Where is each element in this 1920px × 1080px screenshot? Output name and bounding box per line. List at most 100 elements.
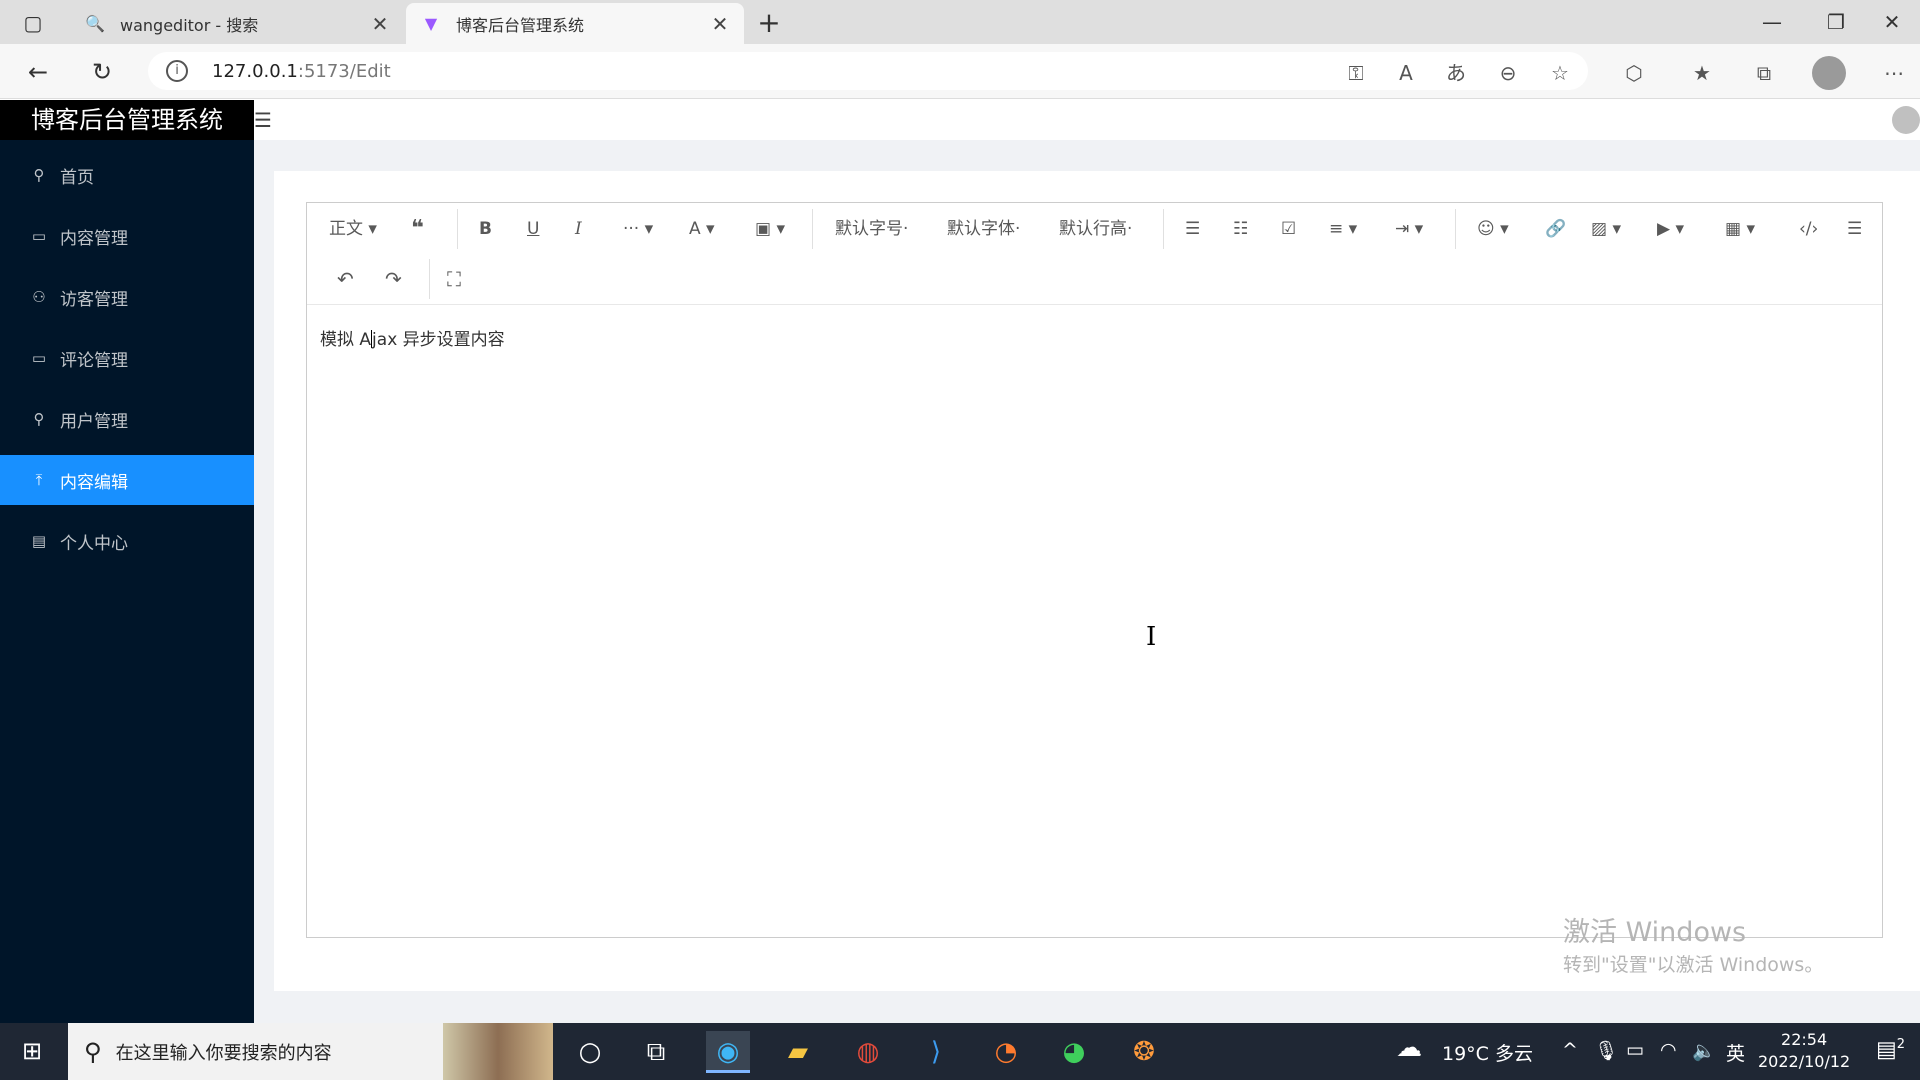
desktop-icon: ▭ [31, 349, 47, 367]
line-height-select[interactable]: 默认行高· [1059, 211, 1132, 247]
brand-title: 博客后台管理系统 [0, 100, 254, 140]
sidebar-item-users[interactable]: ⚲ 用户管理 [0, 394, 254, 444]
vscode-icon[interactable]: ⟩ [914, 1031, 958, 1073]
video-icon[interactable]: ▶ ▾ [1657, 211, 1684, 247]
read-aloud-icon[interactable]: A [1390, 58, 1422, 88]
todo-icon[interactable]: ☑ [1281, 211, 1296, 247]
collections-icon[interactable]: ⧉ [1748, 58, 1780, 88]
wechat-icon[interactable]: ◕ [1052, 1031, 1096, 1073]
editor-text-area[interactable]: 模拟 Ajax 异步设置内容 [307, 305, 1882, 370]
profile-icon: ▤ [31, 532, 47, 550]
italic-icon[interactable]: I [575, 211, 582, 247]
sidebar-item-home[interactable]: ⚲ 首页 [0, 150, 254, 200]
info-icon[interactable]: i [166, 60, 188, 82]
sidebar-item-visitors[interactable]: ⚇ 访客管理 [0, 272, 254, 322]
sidebar-item-label: 内容管理 [60, 228, 128, 249]
blockquote-icon[interactable]: ❝ [411, 211, 424, 247]
sidebar-item-comments[interactable]: ▭ 评论管理 [0, 333, 254, 383]
edge-icon[interactable]: ◉ [706, 1031, 750, 1073]
heading-select[interactable]: 正文 ▾ [329, 211, 377, 247]
clock[interactable]: 22:54 2022/10/12 [1758, 1029, 1850, 1073]
new-tab-button[interactable]: + [754, 6, 784, 39]
user-icon: ⚲ [33, 410, 45, 428]
favorites-icon[interactable]: ★ [1686, 58, 1718, 88]
avatar[interactable] [1892, 106, 1920, 134]
firefox-icon[interactable]: ◔ [984, 1031, 1028, 1073]
add-favorite-icon[interactable]: ☆ [1544, 58, 1576, 88]
refresh-button[interactable]: ↻ [84, 54, 120, 90]
divider-icon[interactable]: ☰ [1847, 211, 1862, 247]
sidebar-item-content-edit[interactable]: ⤒ 内容编辑 [0, 455, 254, 505]
font-family-label: 默认字体 [947, 219, 1015, 239]
bold-icon[interactable]: B [479, 211, 492, 247]
tab-actions-icon[interactable]: ▢ [14, 8, 52, 38]
sidebar-menu: ⚲ 首页 ▭ 内容管理 ⚇ 访客管理 ▭ 评论管理 ⚲ 用户管理 ⤒ 内容编辑 ▤ 个人中心 [0, 150, 254, 566]
restore-button[interactable]: ❐ [1812, 6, 1860, 38]
weather-text[interactable]: 19°C 多云 [1442, 1039, 1533, 1066]
undo-icon[interactable]: ↶ [337, 261, 354, 297]
weather-icon[interactable]: ☁ [1396, 1033, 1422, 1063]
microphone-icon[interactable]: 🎙 [1594, 1039, 1618, 1062]
windows-start-icon[interactable]: ⊞ [18, 1037, 46, 1065]
notification-icon[interactable]: ▤2 [1876, 1037, 1905, 1062]
font-color-icon[interactable]: A ▾ [689, 211, 715, 247]
browser-profile-avatar[interactable] [1812, 56, 1846, 90]
image-icon[interactable]: ▨ ▾ [1591, 211, 1621, 247]
emotion-icon[interactable]: ☺ ▾ [1477, 211, 1509, 247]
background-color-icon[interactable]: ▣ ▾ [755, 211, 785, 247]
menu-fold-icon[interactable]: ☰ [254, 108, 272, 132]
table-icon[interactable]: ▦ ▾ [1725, 211, 1755, 247]
tray-overflow-icon[interactable]: ^ [1562, 1039, 1578, 1061]
zoom-out-icon[interactable]: ⊖ [1492, 58, 1524, 88]
justify-icon[interactable]: ≡ ▾ [1329, 211, 1357, 247]
app-icon[interactable]: ❂ [1122, 1031, 1166, 1073]
taskbar: ⊞ ⚲ 在这里输入你要搜索的内容 ○ ⧉ ◉ ▰ ◍ ⟩ ◔ ◕ ❂ ☁ 19°… [0, 1023, 1920, 1080]
back-button[interactable]: ← [20, 54, 56, 90]
link-icon[interactable]: 🔗 [1545, 211, 1566, 247]
search-highlight-image [443, 1023, 553, 1080]
close-tab-icon[interactable]: ✕ [370, 12, 390, 36]
minimize-button[interactable]: — [1748, 6, 1796, 38]
heading-label: 正文 [329, 219, 363, 239]
underline-icon[interactable]: U [527, 211, 539, 247]
numbered-list-icon[interactable]: ☷ [1233, 211, 1248, 247]
address-bar[interactable]: i 127.0.0.1:5173/Edit [148, 52, 1588, 90]
volume-icon[interactable]: 🔈 [1692, 1039, 1716, 1062]
battery-icon[interactable]: ▭ [1626, 1039, 1644, 1061]
activation-watermark-title: 激活 Windows [1563, 917, 1747, 948]
close-tab-icon[interactable]: ✕ [710, 12, 730, 36]
more-style-icon[interactable]: ··· ▾ [623, 211, 653, 247]
taskbar-search[interactable]: ⚲ 在这里输入你要搜索的内容 [68, 1023, 553, 1080]
file-explorer-icon[interactable]: ▰ [776, 1031, 820, 1073]
chrome-icon[interactable]: ◍ [846, 1031, 890, 1073]
ime-indicator[interactable]: 英 [1726, 1039, 1745, 1066]
key-icon[interactable]: ⚿ [1340, 58, 1372, 88]
video-icon: ▭ [31, 227, 47, 245]
extensions-icon[interactable]: ⬡ [1618, 58, 1650, 88]
wifi-icon[interactable]: ◠ [1660, 1039, 1677, 1061]
sidebar-item-content[interactable]: ▭ 内容管理 [0, 211, 254, 261]
translate-icon[interactable]: あ [1440, 58, 1472, 88]
tab-wangeditor-search[interactable]: 🔍 wangeditor - 搜索 ✕ [70, 3, 404, 44]
redo-icon[interactable]: ↷ [385, 261, 402, 297]
toolbar-divider [1455, 209, 1456, 249]
app-header: ☰ [254, 100, 1920, 140]
task-view-icon[interactable]: ⧉ [634, 1031, 678, 1073]
sidebar-item-label: 个人中心 [60, 533, 128, 554]
code-block-icon[interactable]: ‹/› [1799, 211, 1818, 247]
tab-blog-admin[interactable]: ▼ 博客后台管理系统 ✕ [406, 3, 744, 44]
cortana-icon[interactable]: ○ [568, 1031, 612, 1073]
i-beam-cursor-icon: I [1146, 622, 1157, 652]
font-size-select[interactable]: 默认字号· [835, 211, 908, 247]
font-family-select[interactable]: 默认字体· [947, 211, 1020, 247]
close-window-button[interactable]: ✕ [1868, 6, 1916, 38]
fullscreen-icon[interactable]: ⛶ [447, 261, 461, 297]
bulleted-list-icon[interactable]: ☰ [1185, 211, 1200, 247]
indent-icon[interactable]: ⇥ ▾ [1395, 211, 1423, 247]
more-icon[interactable]: ⋯ [1878, 58, 1910, 88]
clock-time: 22:54 [1781, 1030, 1828, 1049]
sidebar: 博客后台管理系统 ⚲ 首页 ▭ 内容管理 ⚇ 访客管理 ▭ 评论管理 ⚲ 用户管理 ⤒ 内容… [0, 100, 254, 1023]
tab-title: wangeditor - 搜索 [120, 15, 259, 35]
sidebar-item-profile[interactable]: ▤ 个人中心 [0, 516, 254, 566]
toolbar-divider [457, 209, 458, 249]
